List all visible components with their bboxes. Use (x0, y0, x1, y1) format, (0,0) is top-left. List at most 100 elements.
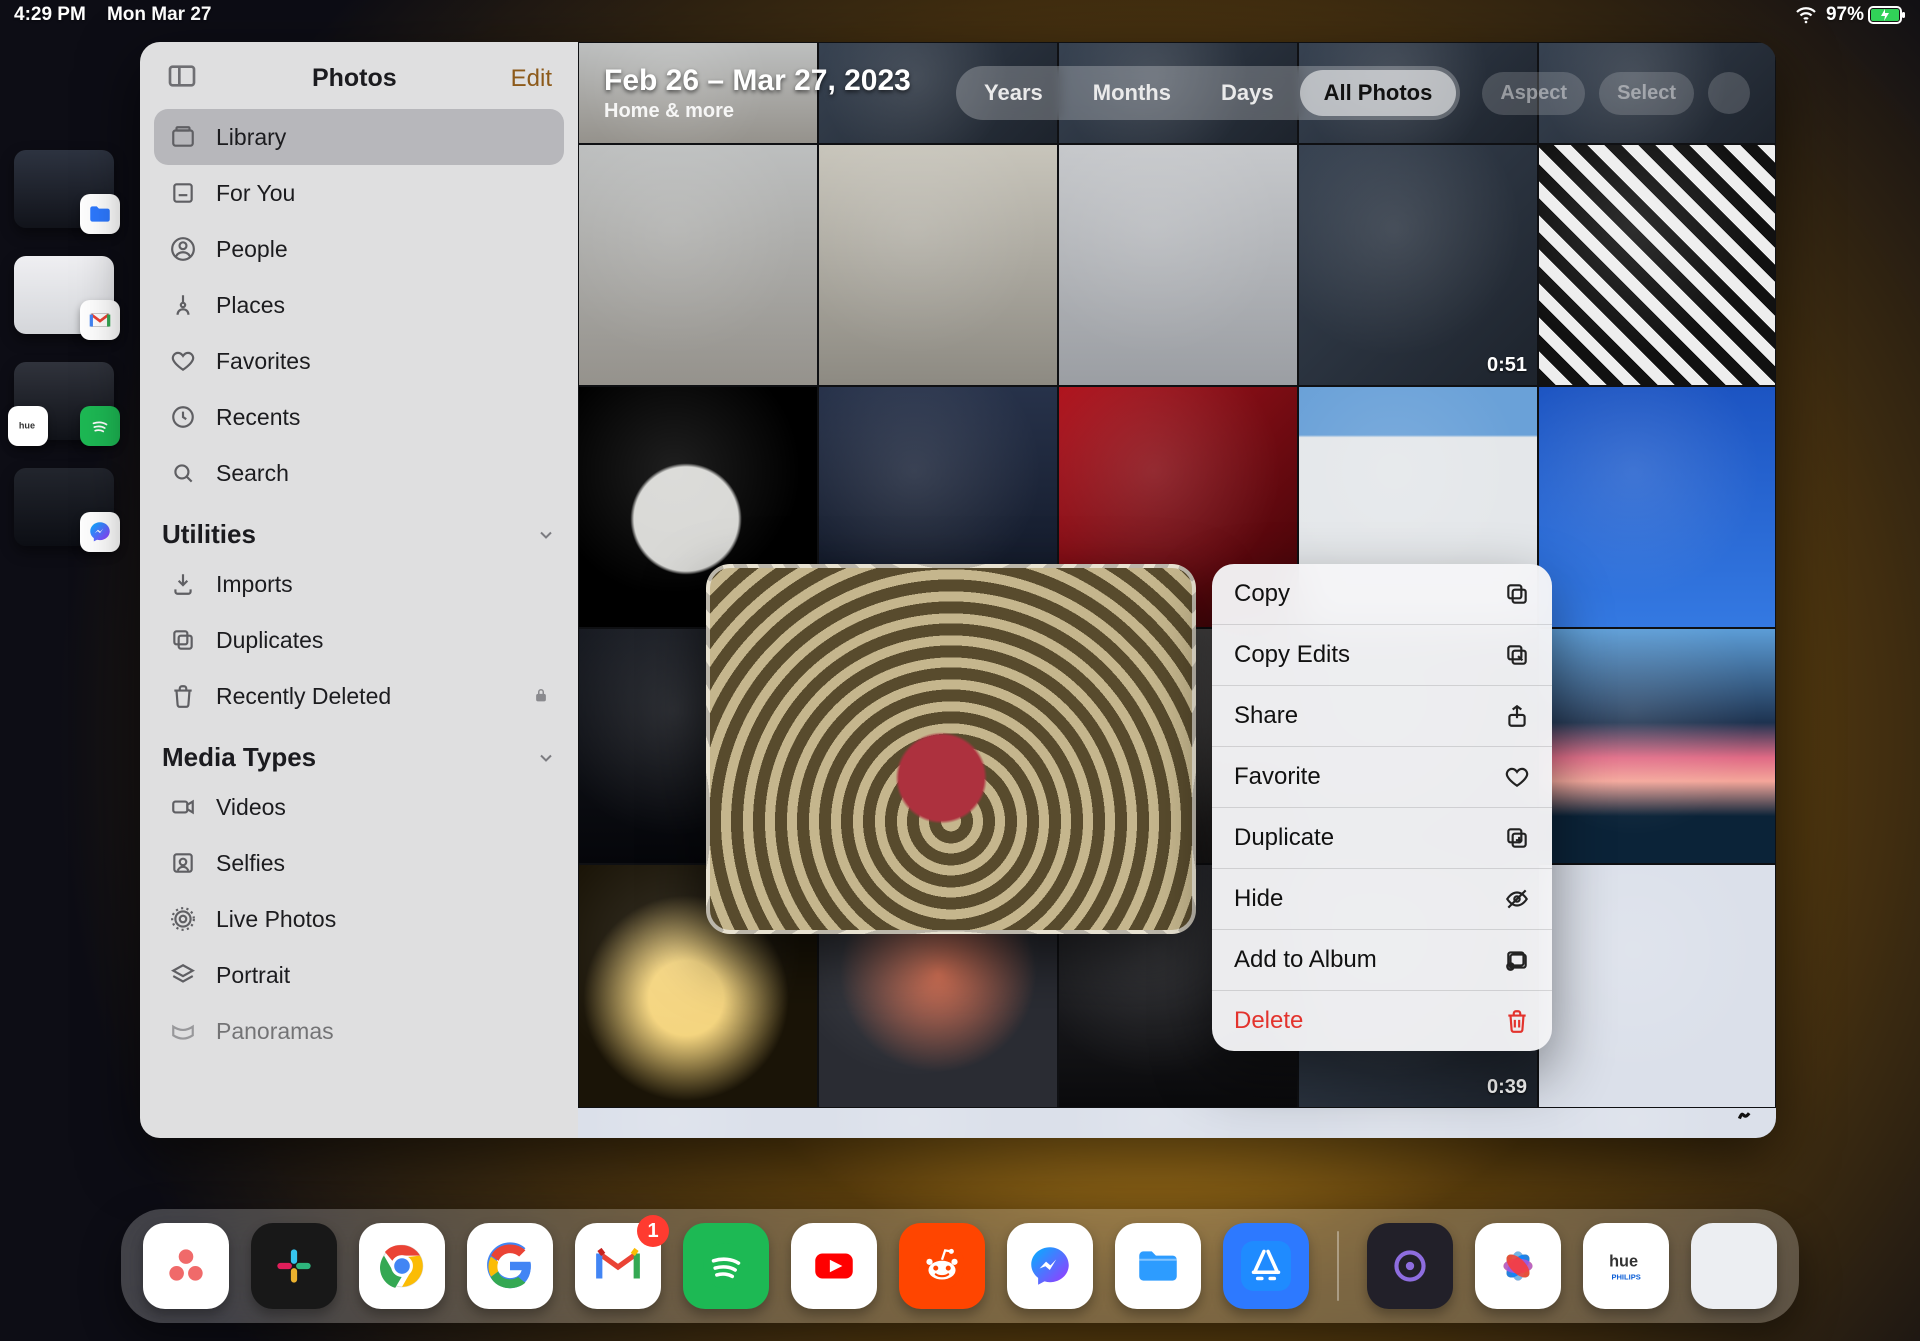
app-title: Photos (312, 64, 397, 93)
select-button[interactable]: Select (1599, 72, 1694, 115)
seg-days[interactable]: Days (1197, 70, 1298, 116)
sidebar-item-imports[interactable]: Imports (154, 556, 564, 612)
sidebar-item-panoramas[interactable]: Panoramas (154, 1003, 564, 1059)
ctx-hide[interactable]: Hide (1212, 868, 1552, 929)
sidebar-item-foryou[interactable]: For You (154, 165, 564, 221)
dock-recent-smarthome[interactable] (1367, 1223, 1453, 1309)
dock-separator (1337, 1231, 1339, 1301)
foryou-icon (168, 180, 198, 206)
dock-app-youtube[interactable] (791, 1223, 877, 1309)
ctx-label: Copy (1234, 580, 1290, 608)
video-duration: 0:39 (1487, 1076, 1527, 1099)
ctx-label: Copy Edits (1234, 641, 1350, 669)
dock-app-messenger[interactable] (1007, 1223, 1093, 1309)
photo-preview[interactable] (706, 564, 1196, 934)
stage-app-files[interactable] (14, 150, 114, 228)
dock-app-google[interactable] (467, 1223, 553, 1309)
dock-app-spotify[interactable] (683, 1223, 769, 1309)
ctx-favorite[interactable]: Favorite (1212, 746, 1552, 807)
thumbnail[interactable] (818, 144, 1058, 386)
dock-app-asana[interactable] (143, 1223, 229, 1309)
dock-app-gmail[interactable]: 1 (575, 1223, 661, 1309)
dock-app-chrome[interactable] (359, 1223, 445, 1309)
sidebar-item-label: Panoramas (216, 1018, 334, 1045)
dock-app-reddit[interactable] (899, 1223, 985, 1309)
date-range: Feb 26 – Mar 27, 2023 (604, 64, 911, 98)
thumbnail[interactable] (1538, 144, 1776, 386)
seg-all-photos[interactable]: All Photos (1300, 70, 1457, 116)
thumbnail[interactable] (578, 144, 818, 386)
dock-recent-photos[interactable] (1475, 1223, 1561, 1309)
sidebar-item-favorites[interactable]: Favorites (154, 333, 564, 389)
thumbnail[interactable] (1058, 144, 1298, 386)
dock: 1 huePHILIPS (121, 1209, 1799, 1323)
sidebar-section-utilities[interactable]: Utilities (140, 501, 578, 556)
sidebar-item-selfies[interactable]: Selfies (154, 835, 564, 891)
thumbnail[interactable]: 0:51 (1298, 144, 1538, 386)
messenger-icon (80, 512, 120, 552)
dock-app-appstore[interactable] (1223, 1223, 1309, 1309)
sidebar-item-recently-deleted[interactable]: Recently Deleted (154, 668, 564, 724)
sidebar-section-media-types[interactable]: Media Types (140, 724, 578, 779)
seg-years[interactable]: Years (960, 70, 1067, 116)
svg-text:hue: hue (1609, 1253, 1638, 1271)
dock-recent-hue[interactable]: huePHILIPS (1583, 1223, 1669, 1309)
ctx-delete[interactable]: Delete (1212, 990, 1552, 1051)
portrait-icon (168, 962, 198, 988)
sidebar-item-label: Recents (216, 404, 300, 431)
thumbnail[interactable] (1538, 864, 1776, 1108)
ctx-copy[interactable]: Copy (1212, 564, 1552, 624)
copy-icon (1504, 581, 1530, 607)
status-bar: 4:29 PM Mon Mar 27 97% (0, 0, 1920, 30)
sidebar-item-videos[interactable]: Videos (154, 779, 564, 835)
sidebar-item-label: Recently Deleted (216, 683, 391, 710)
sidebar-toggle-icon[interactable] (166, 60, 198, 97)
lock-icon (532, 683, 550, 710)
sidebar: Photos Edit Library For You People Place… (140, 42, 578, 1138)
duplicate-icon (168, 627, 198, 653)
battery-icon (1868, 5, 1906, 25)
time-scope-segmented-control[interactable]: Years Months Days All Photos (956, 66, 1460, 120)
grid-bottom-spacer (1058, 1108, 1298, 1138)
sidebar-item-label: Library (216, 124, 286, 151)
sidebar-item-people[interactable]: People (154, 221, 564, 277)
sidebar-item-places[interactable]: Places (154, 277, 564, 333)
panorama-icon (168, 1018, 198, 1044)
sidebar-item-recents[interactable]: Recents (154, 389, 564, 445)
sidebar-item-label: Favorites (216, 348, 311, 375)
spotify-icon (80, 406, 120, 446)
thumbnail[interactable] (1538, 628, 1776, 864)
trash-icon (168, 683, 198, 709)
dock-app-files[interactable] (1115, 1223, 1201, 1309)
more-options-button[interactable] (1708, 72, 1750, 114)
seg-months[interactable]: Months (1069, 70, 1195, 116)
dock-app-library[interactable] (1691, 1223, 1777, 1309)
sidebar-item-label: Selfies (216, 850, 285, 877)
sidebar-item-label: People (216, 236, 288, 263)
sidebar-item-label: Search (216, 460, 289, 487)
context-menu: Copy Copy Edits Share Favorite Duplicate… (1212, 564, 1552, 1051)
share-icon (1504, 703, 1530, 729)
sidebar-item-duplicates[interactable]: Duplicates (154, 612, 564, 668)
battery-percent: 97% (1826, 4, 1864, 26)
ctx-duplicate[interactable]: Duplicate (1212, 807, 1552, 868)
stage-app-spotify[interactable]: hue (14, 362, 114, 440)
dock-app-slack[interactable] (251, 1223, 337, 1309)
sidebar-item-livephotos[interactable]: Live Photos (154, 891, 564, 947)
stage-app-messenger[interactable] (14, 468, 114, 546)
sidebar-item-library[interactable]: Library (154, 109, 564, 165)
ctx-add-to-album[interactable]: Add to Album (1212, 929, 1552, 990)
sidebar-item-search[interactable]: Search (154, 445, 564, 501)
aspect-button[interactable]: Aspect (1482, 72, 1585, 115)
eye-slash-icon (1504, 886, 1530, 912)
sidebar-item-portrait[interactable]: Portrait (154, 947, 564, 1003)
heart-icon (168, 348, 198, 374)
ctx-share[interactable]: Share (1212, 685, 1552, 746)
stage-app-gmail[interactable] (14, 256, 114, 334)
scribble-icon (1734, 1098, 1760, 1124)
people-icon (168, 236, 198, 262)
edit-button[interactable]: Edit (511, 65, 552, 93)
thumbnail[interactable] (1538, 386, 1776, 628)
chevron-down-icon (536, 748, 556, 768)
ctx-copy-edits[interactable]: Copy Edits (1212, 624, 1552, 685)
